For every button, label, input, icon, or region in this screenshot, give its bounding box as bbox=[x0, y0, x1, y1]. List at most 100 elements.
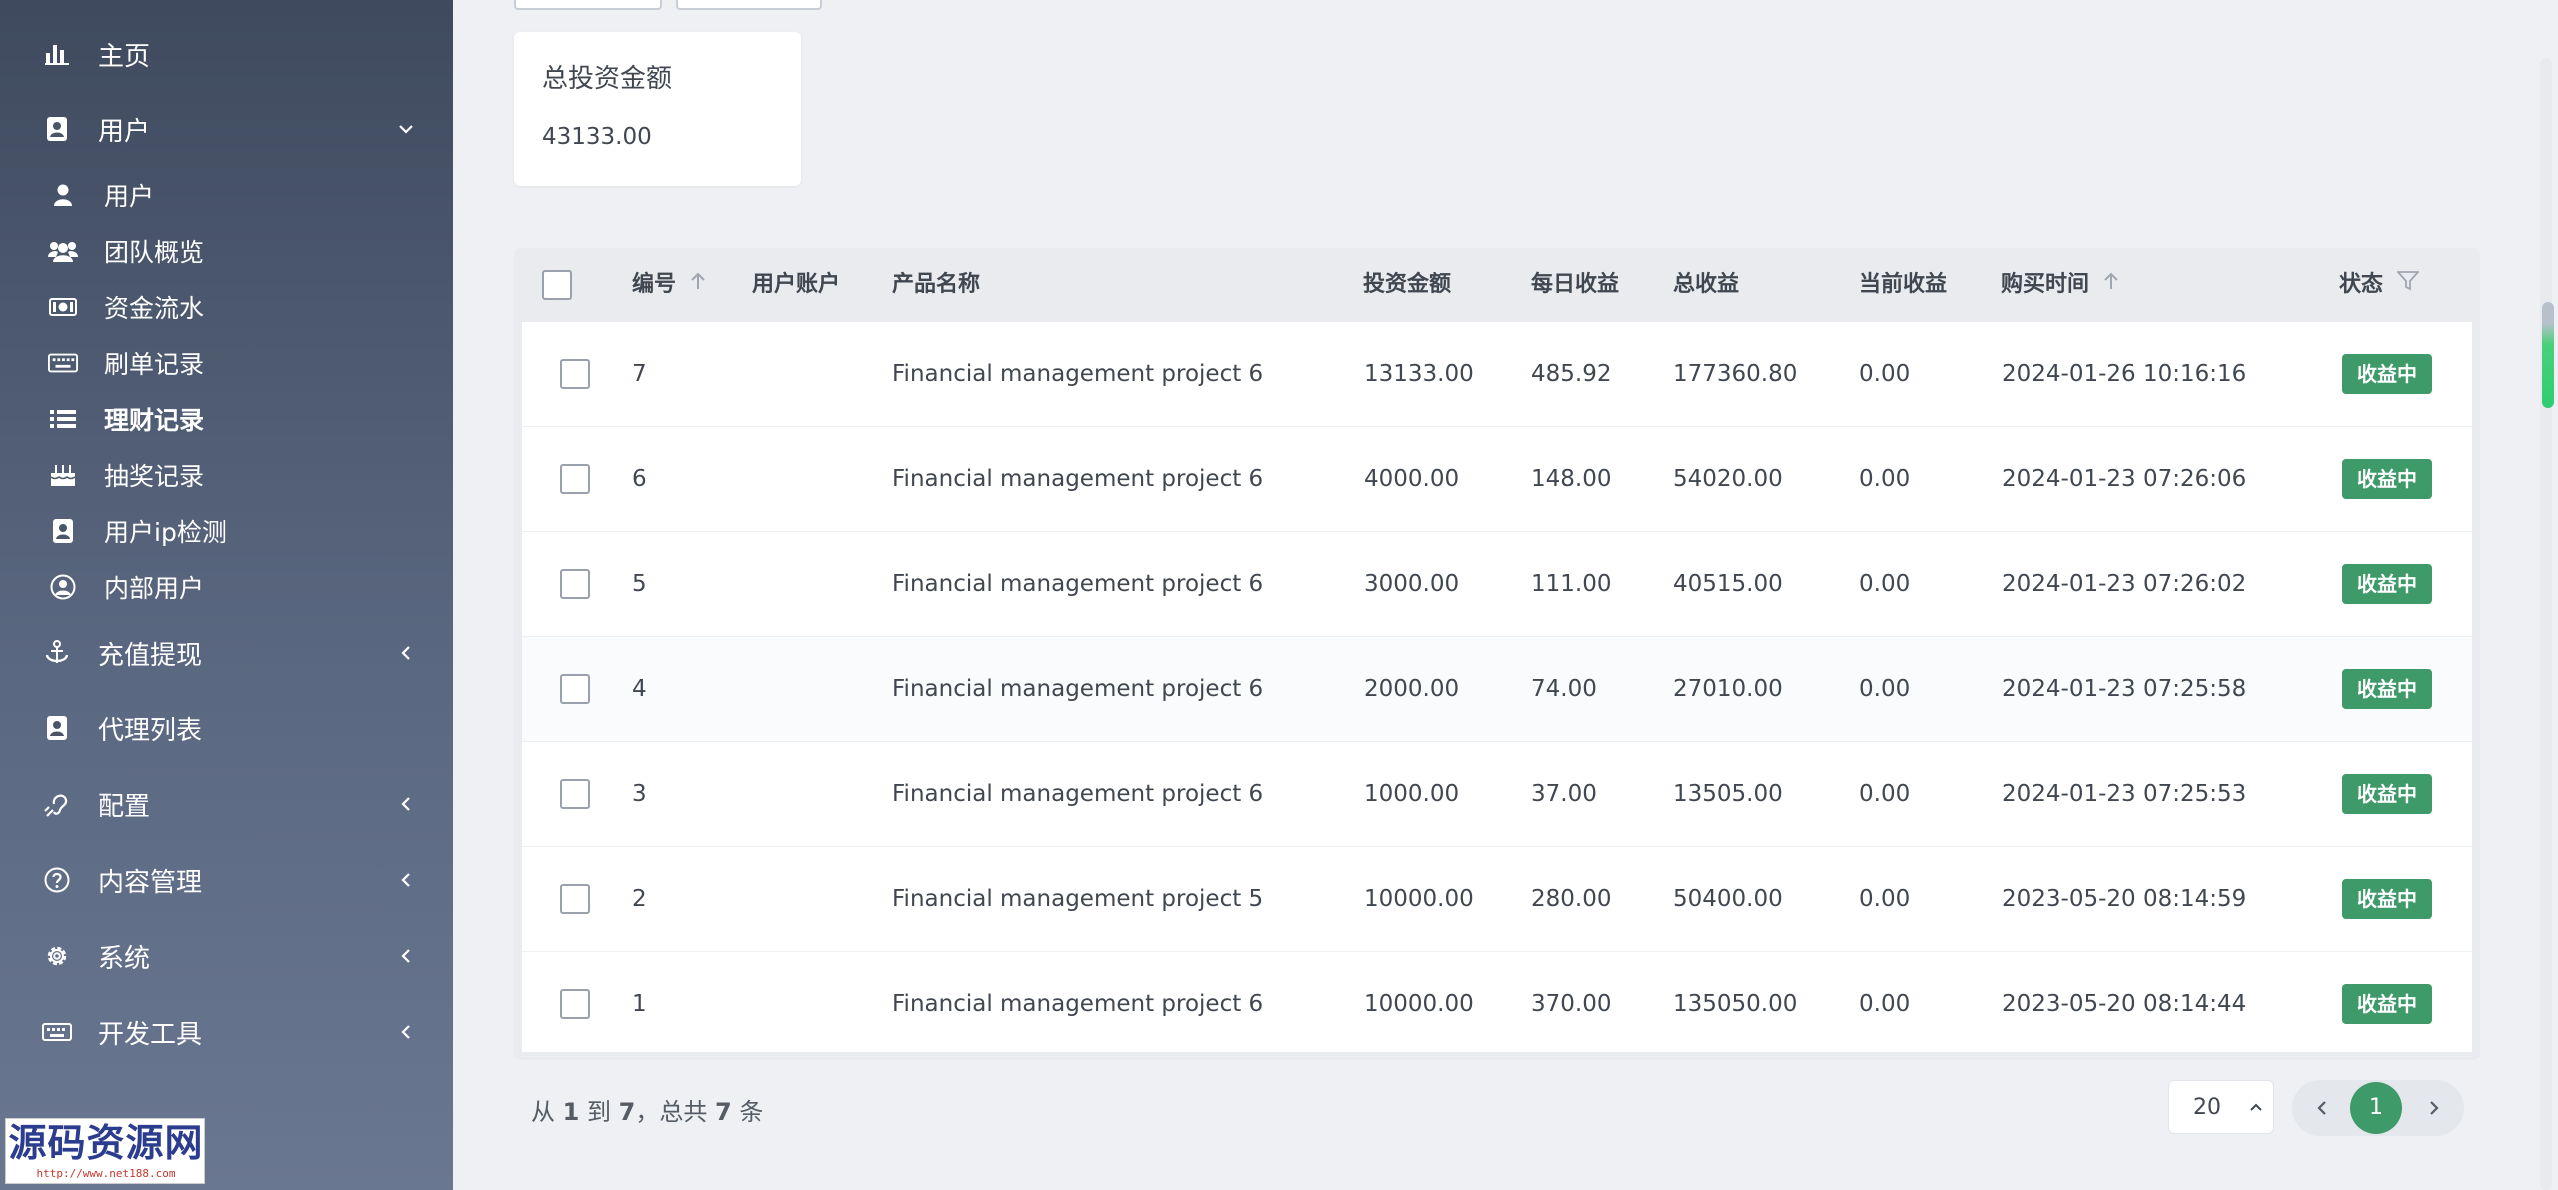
cell-product: Financial management project 6 bbox=[892, 571, 1264, 597]
row-checkbox[interactable] bbox=[560, 464, 590, 494]
sidebar-item-dev-tools[interactable]: 开发工具 bbox=[0, 1002, 453, 1062]
sidebar-item-internal-users[interactable]: 内部用户 bbox=[0, 557, 453, 617]
sidebar-item-label: 主页 bbox=[98, 41, 151, 72]
row-checkbox[interactable] bbox=[560, 569, 590, 599]
user-circle-icon bbox=[48, 572, 78, 602]
assistive-listening-icon bbox=[42, 789, 72, 819]
cell-amount: 2000.00 bbox=[1364, 676, 1460, 702]
row-checkbox[interactable] bbox=[560, 989, 590, 1019]
row-checkbox[interactable] bbox=[560, 884, 590, 914]
row-checkbox[interactable] bbox=[560, 779, 590, 809]
sidebar-item-label: 配置 bbox=[98, 791, 151, 822]
column-header-id[interactable]: 编号 bbox=[632, 248, 706, 322]
sidebar-item-system[interactable]: 系统 bbox=[0, 926, 453, 986]
sidebar-item-users[interactable]: 用户 bbox=[0, 165, 453, 225]
sidebar-item-config[interactable]: 配置 bbox=[0, 774, 453, 834]
column-header-current: 当前收益 bbox=[1859, 272, 1948, 297]
sidebar-item-label: 抽奖记录 bbox=[104, 462, 205, 491]
cell-id: 5 bbox=[632, 571, 647, 597]
sidebar-item-recharge-withdraw[interactable]: 充值提现 bbox=[0, 623, 453, 683]
sidebar-item-label: 开发工具 bbox=[98, 1019, 203, 1050]
sidebar-item-fund-flow[interactable]: 资金流水 bbox=[0, 277, 453, 337]
cell-id: 7 bbox=[632, 361, 647, 387]
sidebar-item-ip-check[interactable]: 用户ip检测 bbox=[0, 501, 453, 561]
cell-total: 40515.00 bbox=[1673, 571, 1783, 597]
sort-arrow-up-icon[interactable] bbox=[690, 248, 706, 322]
cell-id: 3 bbox=[632, 781, 647, 807]
sidebar-item-finance-records[interactable]: 理财记录 bbox=[0, 389, 453, 449]
column-header-total: 总收益 bbox=[1673, 272, 1740, 297]
sidebar-item-label: 用户 bbox=[98, 116, 151, 147]
column-header-product: 产品名称 bbox=[892, 272, 981, 297]
sidebar-item-label: 刷单记录 bbox=[104, 350, 205, 379]
table-row: 5 Financial management project 6 3000.00 11… bbox=[522, 532, 2472, 637]
summary-from: 1 bbox=[562, 1098, 580, 1126]
status-badge: 收益中 bbox=[2342, 354, 2432, 394]
question-circle-icon bbox=[42, 865, 72, 895]
page-button-current[interactable]: 1 bbox=[2350, 1082, 2402, 1134]
per-page-select[interactable]: 20 bbox=[2168, 1080, 2274, 1134]
gear-icon bbox=[42, 941, 72, 971]
cell-time: 2024-01-23 07:25:53 bbox=[2002, 781, 2247, 807]
pagination-summary: 从 1 到 7，总共 7 条 bbox=[531, 1092, 763, 1127]
sidebar-item-label: 用户ip检测 bbox=[104, 518, 227, 547]
column-header-daily: 每日收益 bbox=[1531, 272, 1620, 297]
summary-text: 到 bbox=[586, 1098, 611, 1126]
watermark-url: http://www.net188.com bbox=[36, 1167, 176, 1180]
sidebar-item-order-records[interactable]: 刷单记录 bbox=[0, 333, 453, 393]
sidebar-item-content-management[interactable]: 内容管理 bbox=[0, 850, 453, 910]
cell-time: 2023-05-20 08:14:59 bbox=[2002, 886, 2247, 912]
sidebar-item-label: 内部用户 bbox=[104, 574, 205, 603]
column-header-status[interactable]: 状态 bbox=[2339, 248, 2421, 322]
sidebar-item-label: 用户 bbox=[104, 182, 155, 211]
sort-arrow-up-icon[interactable] bbox=[2103, 248, 2119, 322]
toolbar-button[interactable] bbox=[514, 0, 662, 10]
cell-time: 2023-05-20 08:14:44 bbox=[2002, 991, 2247, 1017]
column-header-time[interactable]: 购买时间 bbox=[2001, 248, 2119, 322]
table-body: 7 Financial management project 6 13133.00 4… bbox=[522, 322, 2472, 1057]
filter-icon[interactable] bbox=[2396, 248, 2421, 322]
sidebar-item-lottery-records[interactable]: 抽奖记录 bbox=[0, 445, 453, 505]
cell-current: 0.00 bbox=[1859, 781, 1911, 807]
cell-total: 50400.00 bbox=[1673, 886, 1783, 912]
sidebar-item-home[interactable]: 主页 bbox=[0, 24, 453, 84]
cell-daily: 280.00 bbox=[1531, 886, 1612, 912]
row-checkbox[interactable] bbox=[560, 674, 590, 704]
cell-total: 135050.00 bbox=[1673, 991, 1798, 1017]
cell-product: Financial management project 6 bbox=[892, 466, 1264, 492]
scrollbar-track[interactable] bbox=[2540, 58, 2552, 1190]
per-page-value: 20 bbox=[2193, 1095, 2221, 1120]
chevron-left-icon bbox=[396, 1022, 416, 1042]
chevron-left-icon[interactable] bbox=[2310, 1096, 2334, 1120]
users-icon bbox=[48, 236, 78, 266]
cell-current: 0.00 bbox=[1859, 991, 1911, 1017]
toolbar-button[interactable] bbox=[676, 0, 822, 10]
header-label: 状态 bbox=[2339, 272, 2384, 297]
sidebar-item-team-overview[interactable]: 团队概览 bbox=[0, 221, 453, 281]
chevron-left-icon bbox=[396, 946, 416, 966]
user-icon bbox=[48, 180, 78, 210]
cell-time: 2024-01-23 07:25:58 bbox=[2002, 676, 2247, 702]
cell-product: Financial management project 6 bbox=[892, 361, 1264, 387]
sidebar-item-agent-list[interactable]: 代理列表 bbox=[0, 698, 453, 758]
chevron-right-icon[interactable] bbox=[2422, 1096, 2446, 1120]
cell-amount: 10000.00 bbox=[1364, 886, 1474, 912]
row-checkbox[interactable] bbox=[560, 359, 590, 389]
cell-current: 0.00 bbox=[1859, 361, 1911, 387]
cell-product: Financial management project 6 bbox=[892, 676, 1264, 702]
cell-product: Financial management project 5 bbox=[892, 886, 1264, 912]
select-all-checkbox[interactable] bbox=[542, 270, 572, 300]
anchor-icon bbox=[42, 638, 72, 668]
cell-current: 0.00 bbox=[1859, 466, 1911, 492]
cell-amount: 3000.00 bbox=[1364, 571, 1460, 597]
column-header-amount: 投资金额 bbox=[1363, 272, 1452, 297]
cell-time: 2024-01-23 07:26:06 bbox=[2002, 466, 2247, 492]
cell-id: 6 bbox=[632, 466, 647, 492]
column-header-account: 用户账户 bbox=[752, 272, 841, 297]
sidebar-item-user-group[interactable]: 用户 bbox=[0, 99, 453, 159]
scrollbar-thumb[interactable] bbox=[2542, 302, 2554, 408]
sidebar-item-label: 充值提现 bbox=[98, 640, 203, 671]
table-row: 2 Financial management project 5 10000.00 2… bbox=[522, 847, 2472, 952]
cell-daily: 485.92 bbox=[1531, 361, 1612, 387]
sidebar-item-label: 系统 bbox=[98, 943, 151, 974]
